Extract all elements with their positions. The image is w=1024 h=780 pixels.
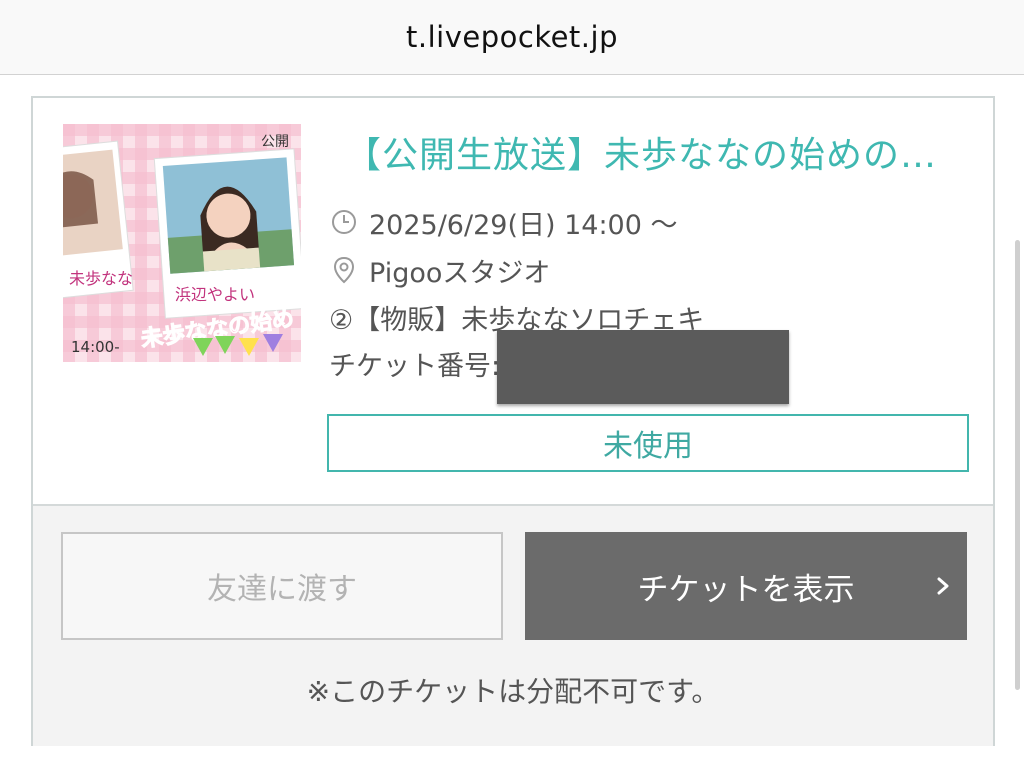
event-venue-row: Pigooスタジオ (329, 250, 550, 290)
event-venue: Pigooスタジオ (369, 257, 551, 289)
event-thumbnail-image: 未歩なな 浜辺やよい 公開 未歩ななの始め 14:00- (63, 124, 301, 362)
redacted-ticket-number (497, 330, 789, 404)
event-date: 2025/6/29(日) 14:00 ～ (369, 209, 678, 241)
location-pin-icon (329, 255, 359, 285)
transfer-to-friend-button[interactable]: 友達に渡す (61, 532, 503, 640)
chevron-right-icon (937, 577, 949, 595)
ticket-card: 未歩なな 浜辺やよい 公開 未歩ななの始め 14:00- 【公開生放送】未歩なな… (31, 96, 995, 746)
clock-icon (329, 207, 359, 237)
distribution-note: ※このチケットは分配不可です。 (306, 675, 720, 708)
thumb-name-right: 浜辺やよい (175, 285, 255, 304)
thumb-corner: 公開 (261, 134, 289, 150)
ticket-details: 未歩なな 浜辺やよい 公開 未歩ななの始め 14:00- 【公開生放送】未歩なな… (33, 98, 993, 504)
thumb-time: 14:00- (71, 338, 120, 356)
ticket-number-label: チケット番号: (329, 350, 501, 382)
event-title[interactable]: 【公開生放送】未歩ななの始めの… (345, 126, 975, 178)
event-thumbnail[interactable]: 未歩なな 浜辺やよい 公開 未歩ななの始め 14:00- (63, 124, 301, 362)
event-date-row: 2025/6/29(日) 14:00 ～ (329, 202, 677, 242)
show-ticket-label: チケットを表示 (637, 571, 855, 608)
ticket-number-row: チケット番号: (329, 343, 500, 383)
show-ticket-button[interactable]: チケットを表示 (525, 532, 967, 640)
status-badge: 未使用 (327, 414, 969, 472)
ticket-actions: 友達に渡す チケットを表示 ※このチケットは分配不可です。 (33, 504, 993, 746)
scrollbar[interactable] (1015, 240, 1020, 690)
thumb-name-left: 未歩なな (69, 269, 133, 288)
url-text: t.livepocket.jp (406, 20, 618, 54)
browser-address-bar[interactable]: t.livepocket.jp (0, 0, 1024, 75)
